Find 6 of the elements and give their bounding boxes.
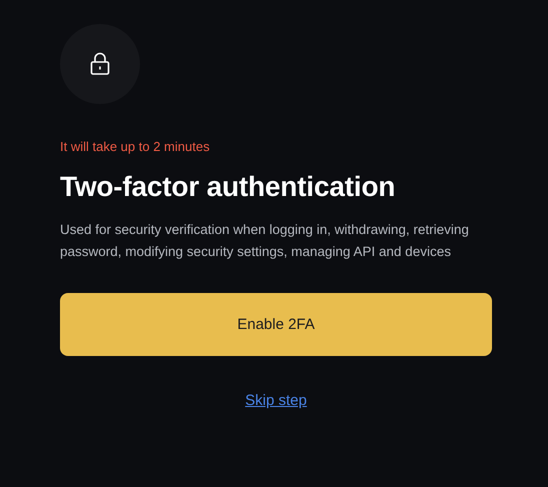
lock-icon [89, 52, 111, 76]
time-note: It will take up to 2 minutes [60, 138, 211, 155]
skip-link[interactable]: Skip step [245, 392, 307, 409]
description: Used for security verification when logging in, withdrawing, retrieving password, modifying security settings, managing API and devices [60, 221, 470, 261]
page-title: Two-factor authentication [60, 170, 396, 204]
enable-2fa-button[interactable]: Enable 2FA [60, 293, 492, 356]
